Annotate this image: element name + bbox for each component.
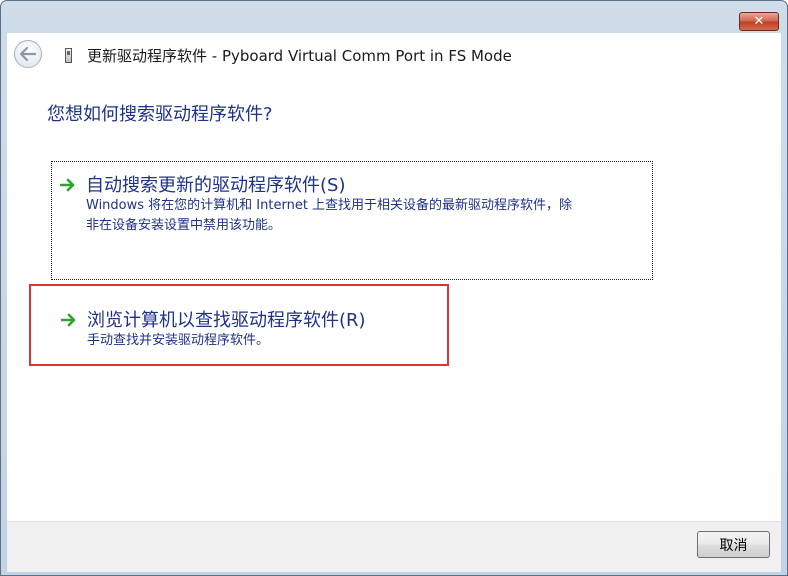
browse-computer-option[interactable]: 浏览计算机以查找驱动程序软件(R) 手动查找并安装驱动程序软件。 — [29, 284, 449, 366]
auto-search-option[interactable]: 自动搜索更新的驱动程序软件(S) Windows 将在您的计算机和 Intern… — [51, 161, 653, 280]
back-button[interactable] — [14, 40, 42, 68]
auto-search-title: 自动搜索更新的驱动程序软件(S) — [86, 175, 346, 196]
close-icon: ✕ — [753, 14, 765, 29]
update-driver-window: ✕ 更新驱动程序软件 - Pyboard Virtual Comm Port i… — [0, 0, 788, 576]
wizard-content: 您想如何搜索驱动程序软件? 自动搜索更新的驱动程序软件(S) Windows 将… — [7, 75, 781, 521]
browse-computer-title: 浏览计算机以查找驱动程序软件(R) — [87, 310, 366, 331]
page-heading: 您想如何搜索驱动程序软件? — [47, 104, 273, 125]
browse-computer-description: 手动查找并安装驱动程序软件。 — [87, 333, 270, 348]
wizard-footer: 取消 — [7, 521, 781, 572]
auto-search-description-line2: 非在设备安装设置中禁用该功能。 — [86, 218, 282, 233]
wizard-header: 更新驱动程序软件 - Pyboard Virtual Comm Port in … — [7, 33, 781, 75]
window-title: 更新驱动程序软件 - Pyboard Virtual Comm Port in … — [87, 47, 512, 65]
auto-search-description: Windows 将在您的计算机和 Internet 上查找用于相关设备的最新驱动… — [86, 196, 656, 236]
green-arrow-icon — [60, 178, 75, 192]
usb-device-icon — [65, 48, 72, 63]
close-button[interactable]: ✕ — [739, 12, 779, 31]
cancel-button[interactable]: 取消 — [697, 531, 770, 558]
auto-search-description-line1: Windows 将在您的计算机和 Internet 上查找用于相关设备的最新驱动… — [86, 198, 573, 213]
back-arrow-icon — [20, 47, 36, 61]
green-arrow-icon — [61, 313, 76, 327]
